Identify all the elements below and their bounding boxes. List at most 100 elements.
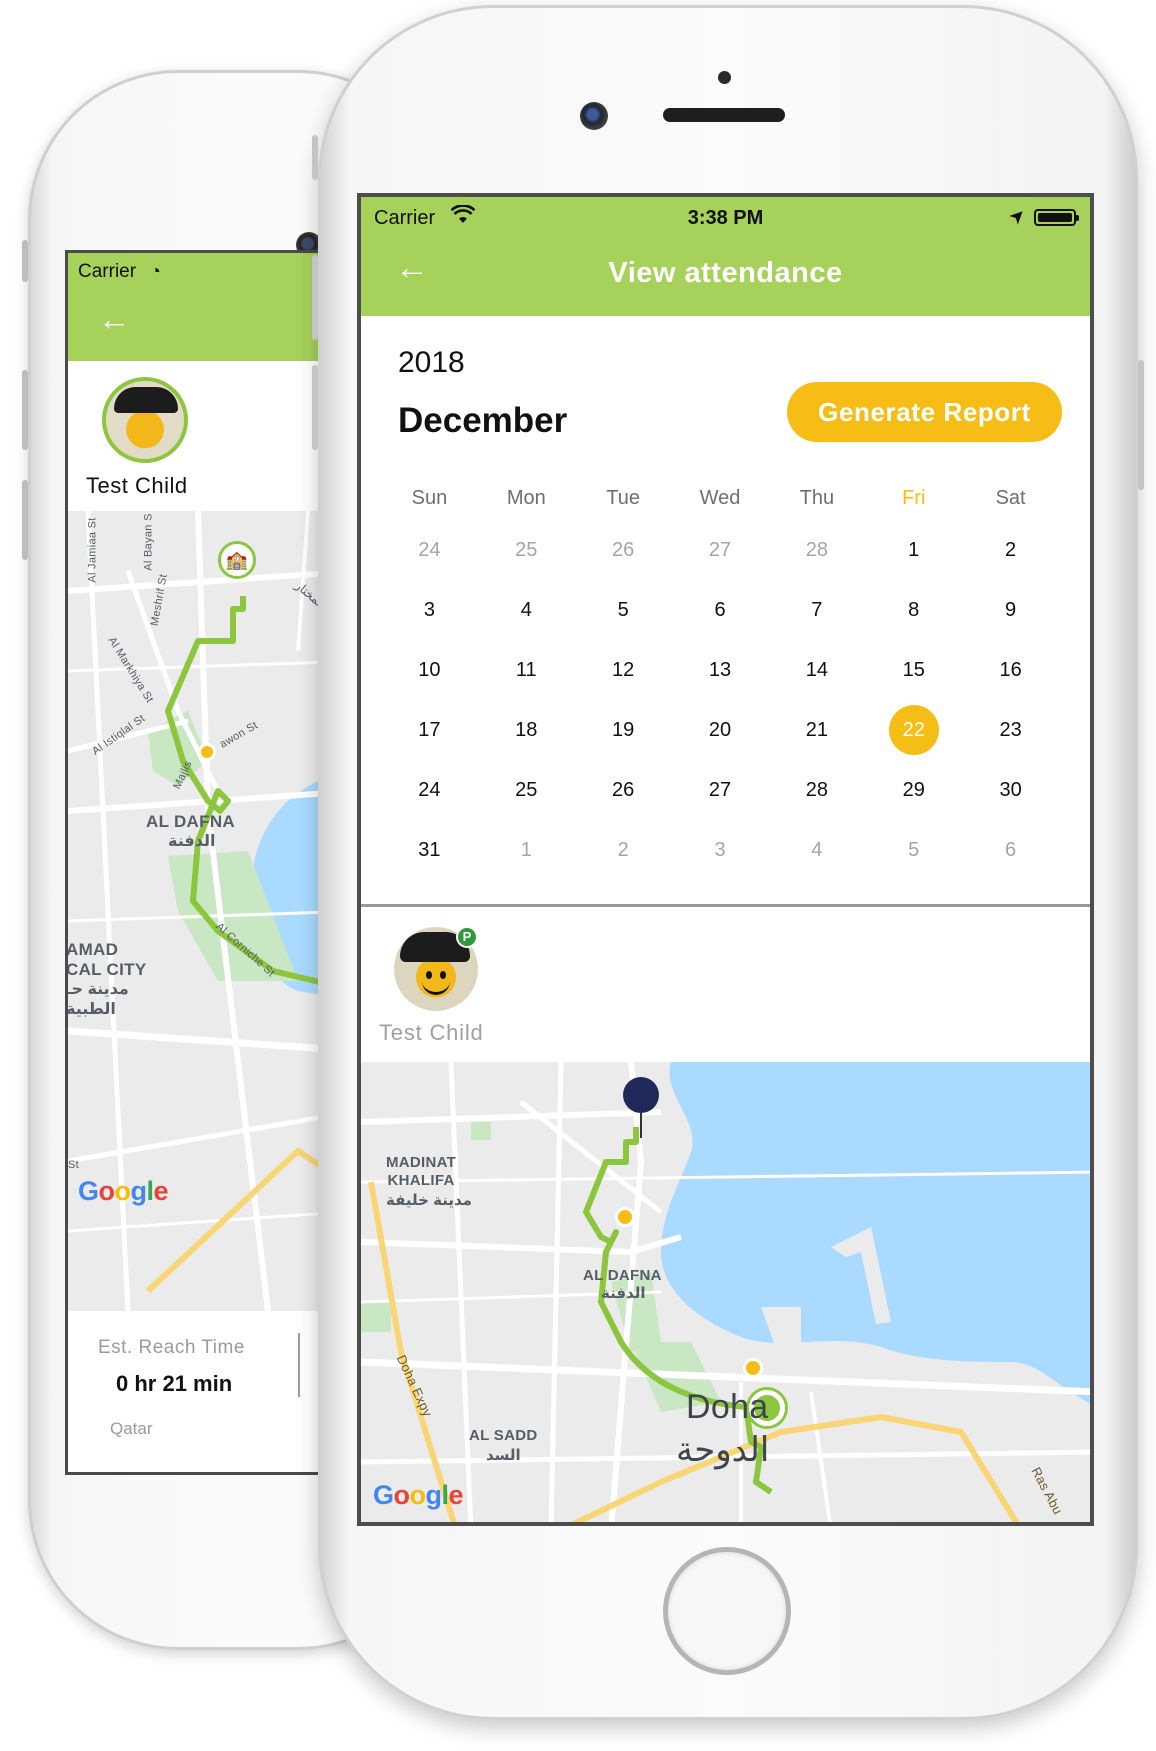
calendar-day[interactable]: 16 bbox=[962, 644, 1059, 696]
calendar-day[interactable]: 5 bbox=[575, 584, 672, 636]
day-number: 14 bbox=[805, 659, 828, 681]
child-profile: P Test Child bbox=[361, 907, 1090, 1062]
calendar-day[interactable]: 15 bbox=[865, 644, 962, 696]
calendar-day[interactable]: 2 bbox=[575, 824, 672, 876]
calendar-day[interactable]: 19 bbox=[575, 704, 672, 756]
area-label: MADINAT KHALIFA bbox=[386, 1154, 457, 1189]
calendar-day[interactable]: 2 bbox=[962, 524, 1059, 576]
calendar-day[interactable]: 7 bbox=[768, 584, 865, 636]
city-label: Doha bbox=[686, 1388, 769, 1426]
calendar-day[interactable]: 4 bbox=[768, 824, 865, 876]
stop-marker-icon[interactable] bbox=[198, 743, 216, 761]
stop-marker-icon[interactable] bbox=[743, 1358, 763, 1378]
home-button[interactable] bbox=[663, 1547, 791, 1675]
calendar-day[interactable]: 26 bbox=[575, 764, 672, 816]
day-number: 21 bbox=[805, 719, 828, 741]
vertical-divider bbox=[298, 1333, 300, 1397]
eta-footer: Est. Reach Time 0 hr 21 min Qatar bbox=[68, 1311, 355, 1472]
calendar-day[interactable]: 6 bbox=[672, 584, 769, 636]
day-number: 23 bbox=[999, 719, 1022, 741]
volume-up-button bbox=[22, 370, 28, 450]
day-number: 4 bbox=[520, 599, 532, 621]
calendar-day[interactable]: 3 bbox=[672, 824, 769, 876]
calendar-day[interactable]: 8 bbox=[865, 584, 962, 636]
day-number: 25 bbox=[515, 539, 538, 561]
cap-graphic bbox=[114, 387, 178, 413]
calendar-day[interactable]: 1 bbox=[865, 524, 962, 576]
calendar-day[interactable]: 30 bbox=[962, 764, 1059, 816]
google-attribution-logo[interactable]: Google bbox=[373, 1480, 464, 1511]
calendar-day[interactable]: 11 bbox=[478, 644, 575, 696]
calendar-day[interactable]: 12 bbox=[575, 644, 672, 696]
calendar-day[interactable]: 3 bbox=[381, 584, 478, 636]
calendar-day[interactable]: 6 bbox=[962, 824, 1059, 876]
calendar-day[interactable]: 27 bbox=[672, 524, 769, 576]
google-attribution-logo[interactable]: Google bbox=[78, 1176, 169, 1207]
route-map[interactable]: MADINAT KHALIFA مدينة خليفة AL DAFNA الد… bbox=[361, 1062, 1090, 1522]
calendar-week-row: 17 18 19 20 21 22 23 bbox=[381, 700, 1059, 760]
calendar-day[interactable]: 5 bbox=[865, 824, 962, 876]
front-camera-icon bbox=[580, 102, 608, 130]
day-number: 2 bbox=[1005, 539, 1017, 561]
calendar-day[interactable]: 26 bbox=[575, 524, 672, 576]
generate-report-button[interactable]: Generate Report bbox=[787, 382, 1062, 442]
calendar-day[interactable]: 10 bbox=[381, 644, 478, 696]
calendar-day[interactable]: 29 bbox=[865, 764, 962, 816]
day-number: 3 bbox=[714, 839, 726, 861]
calendar-day[interactable]: 17 bbox=[381, 704, 478, 756]
app-header: Carrier 3:38 PM ➤ ← View attendance bbox=[361, 197, 1090, 316]
calendar-grid: Sun Mon Tue Wed Thu Fri Sat 24 25 26 27 28 1 2 3 4 5 6 7 8… bbox=[381, 476, 1059, 880]
area-label-arabic: السد bbox=[486, 1447, 521, 1464]
destination-pin-stem bbox=[640, 1112, 642, 1138]
day-number: 27 bbox=[708, 539, 732, 561]
weekday-label: Mon bbox=[506, 487, 546, 509]
calendar-day[interactable]: 23 bbox=[962, 704, 1059, 756]
status-time: 3:38 PM bbox=[687, 207, 764, 229]
volume-down-button bbox=[22, 480, 28, 560]
day-number: 29 bbox=[902, 779, 925, 801]
calendar-day[interactable]: 28 bbox=[768, 524, 865, 576]
calendar-day-selected[interactable]: 22 bbox=[865, 704, 962, 756]
calendar-day[interactable]: 24 bbox=[381, 524, 478, 576]
calendar-day[interactable]: 25 bbox=[478, 524, 575, 576]
day-number: 15 bbox=[902, 659, 925, 681]
school-pin-icon[interactable]: 🏫 bbox=[218, 541, 256, 579]
day-number: 2 bbox=[617, 839, 629, 861]
city-label-arabic: الدوحة bbox=[676, 1431, 770, 1469]
mute-switch bbox=[22, 240, 28, 282]
day-number: 9 bbox=[1005, 599, 1017, 621]
calendar-day[interactable]: 21 bbox=[768, 704, 865, 756]
day-number: 28 bbox=[805, 779, 828, 801]
day-number: 3 bbox=[423, 599, 435, 621]
child-name: Test Child bbox=[379, 1020, 484, 1045]
calendar-day[interactable]: 24 bbox=[381, 764, 478, 816]
attendance-calendar: 2018 December Generate Report Sun Mon Tue W… bbox=[361, 316, 1090, 904]
calendar-day[interactable]: 28 bbox=[768, 764, 865, 816]
day-number: 12 bbox=[612, 659, 635, 681]
route-map[interactable]: 🏫 Al Jamiaa St Al Bayan S Meshrif St Al … bbox=[68, 511, 355, 1311]
day-number: 7 bbox=[811, 599, 823, 621]
day-number: 30 bbox=[999, 779, 1022, 801]
calendar-day[interactable]: 9 bbox=[962, 584, 1059, 636]
back-button[interactable]: ← bbox=[98, 301, 130, 338]
parking-badge-icon: P bbox=[456, 926, 478, 948]
calendar-week-row: 24 25 26 27 28 29 30 bbox=[381, 760, 1059, 820]
calendar-day[interactable]: 31 bbox=[381, 824, 478, 876]
calendar-day[interactable]: 20 bbox=[672, 704, 769, 756]
calendar-day[interactable]: 27 bbox=[672, 764, 769, 816]
destination-pin-icon[interactable] bbox=[623, 1077, 659, 1113]
proximity-sensor bbox=[718, 71, 731, 84]
day-number: 1 bbox=[520, 839, 532, 861]
calendar-day[interactable]: 4 bbox=[478, 584, 575, 636]
child-avatar[interactable] bbox=[102, 377, 188, 463]
calendar-day[interactable]: 18 bbox=[478, 704, 575, 756]
stop-marker-icon[interactable] bbox=[615, 1207, 635, 1227]
calendar-day[interactable]: 14 bbox=[768, 644, 865, 696]
calendar-day[interactable]: 25 bbox=[478, 764, 575, 816]
mute-switch bbox=[312, 135, 318, 180]
calendar-day[interactable]: 13 bbox=[672, 644, 769, 696]
day-number: 31 bbox=[418, 839, 441, 861]
weekday-label: Tue bbox=[606, 487, 641, 509]
calendar-day[interactable]: 1 bbox=[478, 824, 575, 876]
day-number: 25 bbox=[515, 779, 538, 801]
